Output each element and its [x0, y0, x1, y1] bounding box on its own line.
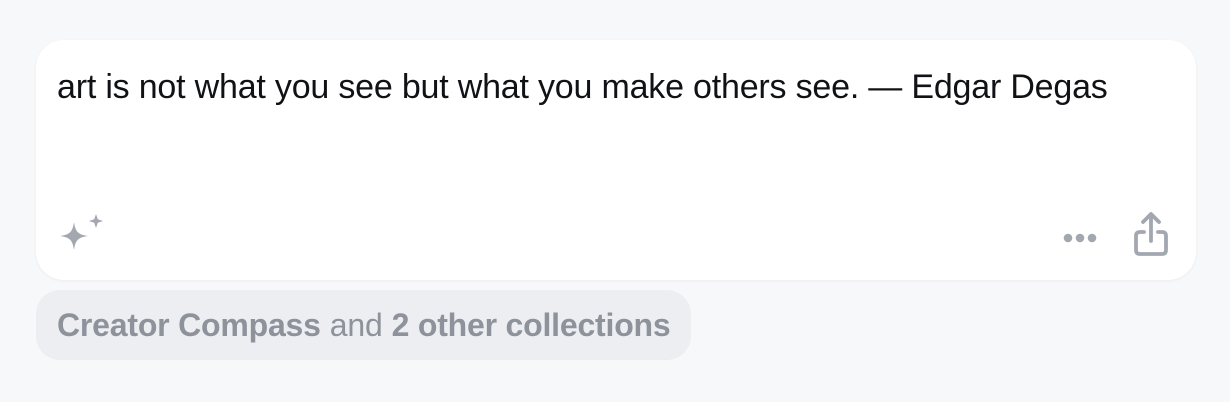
- share-icon: [1134, 212, 1168, 256]
- more-options-button[interactable]: [1054, 220, 1106, 256]
- sparkle-icon: [60, 214, 103, 250]
- collections-chip[interactable]: Creator Compass and 2 other collections: [36, 290, 691, 360]
- other-collections-link[interactable]: 2 other collections: [392, 307, 671, 344]
- collections-connector: and: [329, 306, 383, 343]
- more-horizontal-icon: [1063, 233, 1097, 243]
- primary-collection-link[interactable]: Creator Compass: [57, 307, 321, 344]
- quote-text: art is not what you see but what you mak…: [57, 68, 1108, 106]
- note-card[interactable]: art is not what you see but what you mak…: [36, 40, 1196, 280]
- share-button[interactable]: [1126, 208, 1176, 262]
- ai-sparkle-button[interactable]: [54, 212, 110, 264]
